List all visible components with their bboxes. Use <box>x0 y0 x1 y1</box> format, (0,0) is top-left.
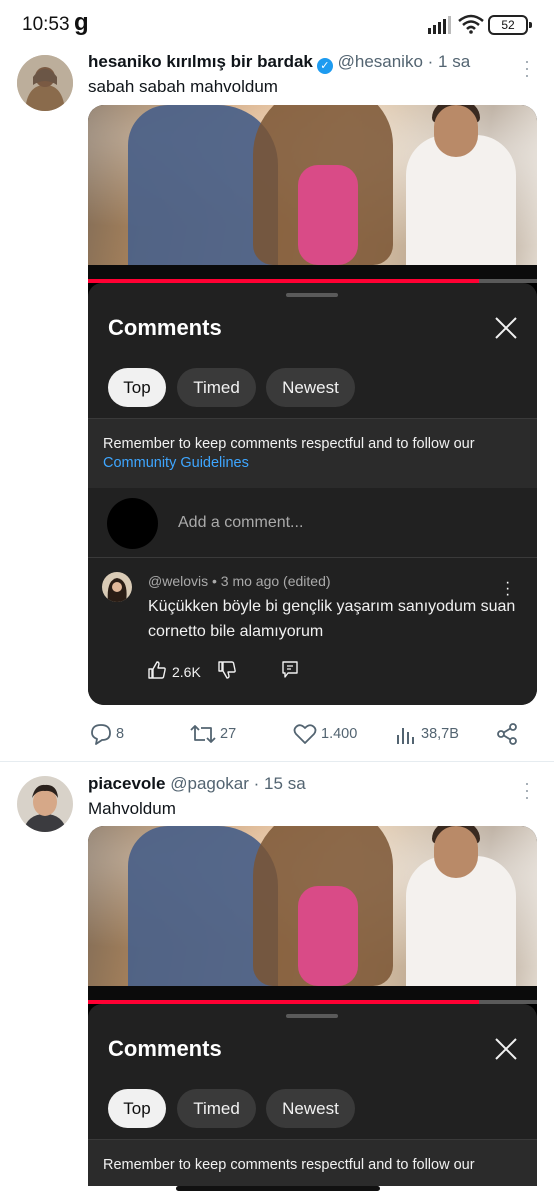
views-button[interactable]: 38,7B <box>395 721 459 747</box>
add-comment-row[interactable]: Add a comment... <box>88 488 537 558</box>
add-comment-input[interactable]: Add a comment... <box>178 514 303 532</box>
share-icon <box>497 723 517 745</box>
reply-count: 8 <box>116 726 125 742</box>
chip-top[interactable]: Top <box>108 1089 166 1128</box>
like-count: 1.400 <box>321 726 358 742</box>
tweet[interactable]: piacevole @pagokar · 15 sa · · · Mahvoldum… <box>0 762 554 1200</box>
video-frame <box>88 105 537 265</box>
chip-timed[interactable]: Timed <box>177 368 256 407</box>
tweet[interactable]: hesaniko kırılmış bir bardak ✓ @hesaniko … <box>0 0 554 760</box>
avatar[interactable] <box>17 776 73 832</box>
system-nav-bar <box>0 1186 554 1200</box>
comments-title: Comments <box>108 315 222 340</box>
author-handle[interactable]: @hesaniko <box>338 52 423 71</box>
tweet-text: Mahvoldum <box>88 799 176 818</box>
reply-button[interactable]: 8 <box>90 721 124 747</box>
close-icon[interactable] <box>494 316 518 340</box>
tweet-header: hesaniko kırılmış bir bardak ✓ @hesaniko … <box>88 52 470 74</box>
guidelines-banner: Remember to keep comments respectful and… <box>88 418 537 488</box>
retweet-count: 27 <box>220 726 237 742</box>
comments-title: Comments <box>108 1036 222 1061</box>
comments-panel: Comments Top Timed Newest Remember to ke… <box>88 283 537 705</box>
chip-newest[interactable]: Newest <box>266 1089 355 1128</box>
chip-newest[interactable]: Newest <box>266 368 355 407</box>
tweet-media[interactable]: Comments Top Timed Newest Remember to ke… <box>88 105 537 705</box>
close-icon[interactable] <box>494 1037 518 1061</box>
home-gesture-handle[interactable] <box>176 1186 380 1191</box>
tweet-time: · 15 sa <box>253 774 306 793</box>
retweet-icon <box>190 725 216 743</box>
comment-like-count: 2.6K <box>172 664 201 680</box>
views-chart-icon <box>397 728 414 744</box>
user-avatar <box>107 498 158 549</box>
author-handle[interactable]: @pagokar <box>170 774 249 793</box>
retweet-button[interactable]: 27 <box>190 721 236 747</box>
reply-icon <box>91 724 111 745</box>
video-frame <box>88 826 537 986</box>
more-options-icon[interactable]: · · · <box>524 52 530 84</box>
heart-icon <box>293 724 317 744</box>
thumbs-down-icon[interactable] <box>218 661 236 679</box>
author-name[interactable]: hesaniko kırılmış bir bardak <box>88 52 313 71</box>
tweet-header: piacevole @pagokar · 15 sa <box>88 774 306 794</box>
chip-top[interactable]: Top <box>108 368 166 407</box>
share-button[interactable] <box>495 721 523 747</box>
tweet-text: sabah sabah mahvoldum <box>88 77 278 96</box>
drag-handle[interactable] <box>286 1014 338 1018</box>
drag-handle[interactable] <box>286 293 338 297</box>
author-name[interactable]: piacevole <box>88 774 166 793</box>
comment-meta: @welovis • 3 mo ago (edited) <box>148 573 331 589</box>
verified-badge-icon: ✓ <box>316 58 333 74</box>
comment-text: Küçükken böyle bi gençlik yaşarım sanıyo… <box>148 598 516 640</box>
like-button[interactable]: 1.400 <box>293 721 357 747</box>
thumbs-up-icon[interactable] <box>148 661 166 679</box>
avatar[interactable] <box>17 55 73 111</box>
commenter-avatar[interactable] <box>102 572 132 602</box>
reply-comment-icon[interactable] <box>282 661 298 678</box>
community-guidelines-link[interactable]: Community Guidelines <box>103 455 249 471</box>
tweet-actions: 8 27 1.400 38,7B <box>88 721 528 747</box>
view-count: 38,7B <box>421 726 459 742</box>
tweet-time: · 1 sa <box>427 52 471 71</box>
chip-timed[interactable]: Timed <box>177 1089 256 1128</box>
comments-panel: Comments Top Timed Newest Remember to ke… <box>88 1004 537 1200</box>
tweet-media[interactable]: Comments Top Timed Newest Remember to ke… <box>88 826 537 1200</box>
guidelines-text: Remember to keep comments respectful and… <box>103 1157 475 1173</box>
more-options-icon[interactable]: · · · <box>524 774 530 806</box>
guidelines-text: Remember to keep comments respectful and… <box>103 436 475 452</box>
